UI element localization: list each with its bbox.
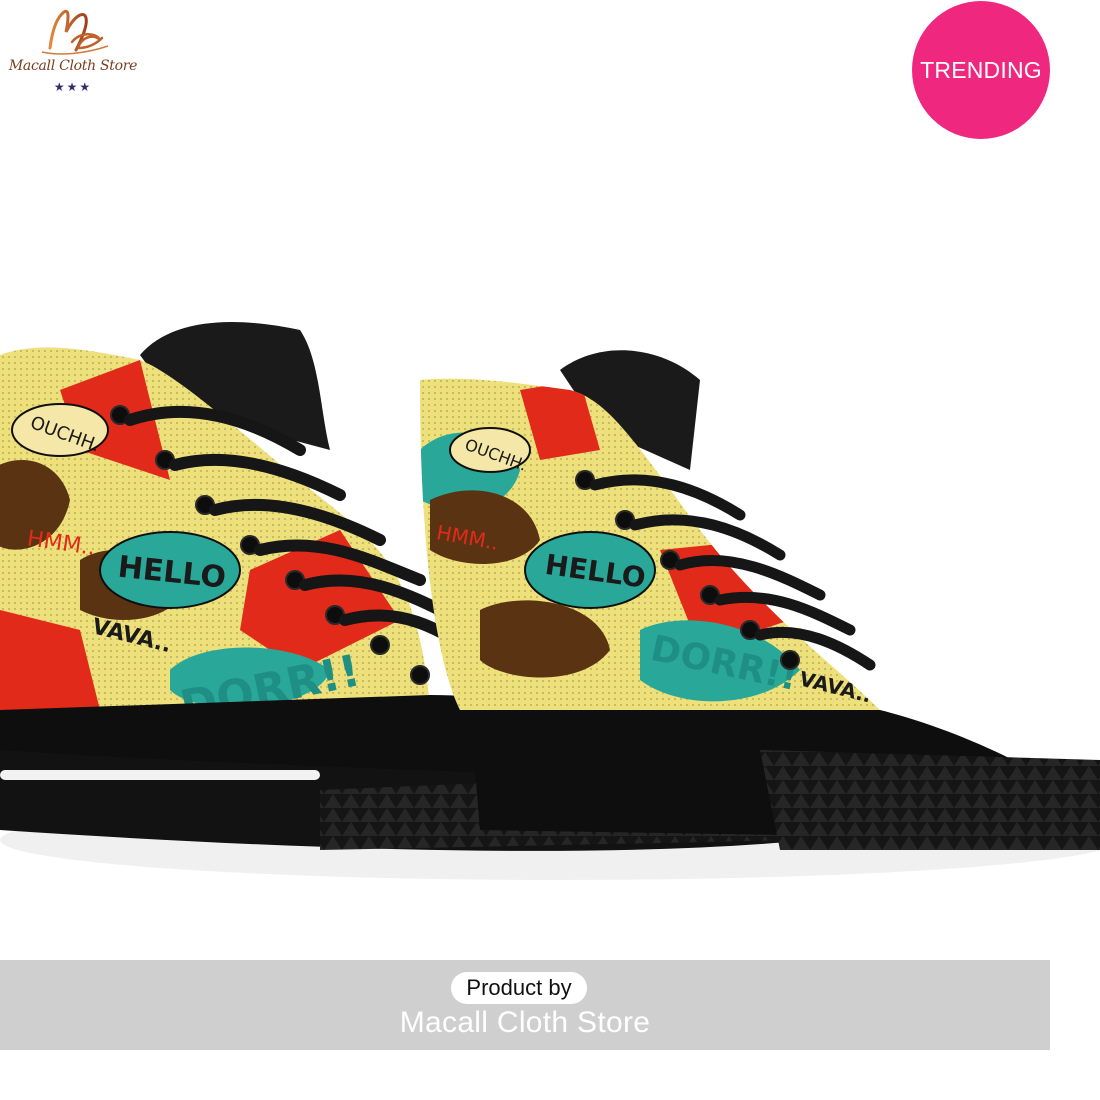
trending-badge: TRENDING [912, 1, 1050, 139]
product-image[interactable]: HELLO OUCHH. HMM.. VAVA.. DORR!! HM.. [0, 150, 1100, 950]
product-credit-banner: Product by Macall Cloth Store [0, 960, 1050, 1050]
store-name[interactable]: Macall Cloth Store [0, 1006, 1050, 1040]
right-shoe: HELLO OUCHH. HMM.. VAVA.. DORR!! HM.. [420, 350, 1100, 850]
logo-store-name: Macall Cloth Store [8, 58, 138, 74]
monogram-logo-icon [41, 9, 109, 55]
store-logo[interactable]: Macall Cloth Store ★★★ [0, 0, 150, 100]
logo-stars: ★★★ [53, 80, 93, 94]
product-by-label: Product by [451, 972, 587, 1004]
